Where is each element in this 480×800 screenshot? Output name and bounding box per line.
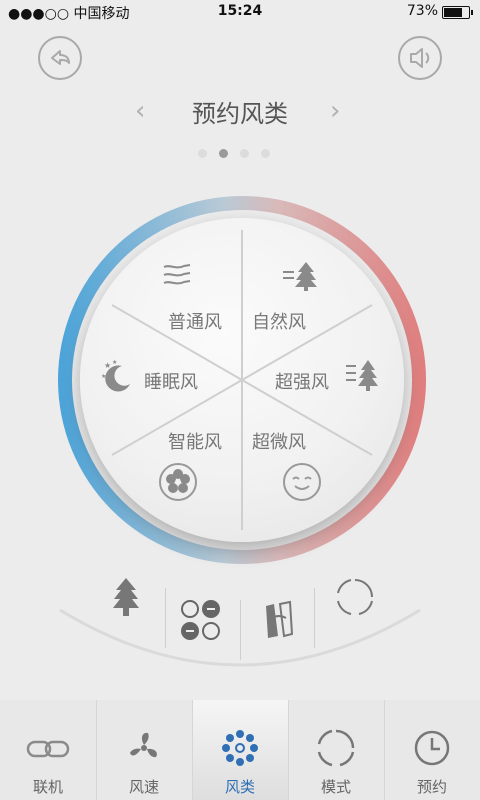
back-arrow-icon bbox=[51, 50, 70, 65]
mode-icon bbox=[317, 729, 355, 767]
title-row: ‹ 预约风类 › bbox=[0, 92, 480, 128]
tab-fan-speed[interactable]: 风速 bbox=[96, 700, 192, 800]
tab-schedule[interactable]: 预约 bbox=[384, 700, 480, 800]
control-divider bbox=[314, 588, 315, 648]
page-indicator bbox=[198, 143, 282, 162]
swing-grid-button[interactable] bbox=[180, 598, 222, 646]
fan-icon bbox=[130, 732, 157, 758]
page-dot bbox=[198, 149, 207, 158]
sound-button[interactable] bbox=[398, 36, 442, 80]
cycle-button[interactable] bbox=[334, 576, 376, 622]
status-bar: ●●●○○ 中国移动 15:24 73% bbox=[0, 0, 480, 24]
wind-control-row bbox=[0, 570, 480, 670]
tab-label-active: 风类 bbox=[224, 778, 255, 796]
battery-icon bbox=[442, 6, 473, 19]
tab-divider bbox=[96, 700, 97, 800]
svg-text:★: ★ bbox=[101, 373, 106, 380]
tab-label: 预约 bbox=[416, 778, 447, 796]
segment-normal-wind[interactable]: 普通风 bbox=[168, 308, 222, 334]
control-divider bbox=[240, 600, 241, 660]
segment-sleep-wind[interactable]: 睡眠风 bbox=[144, 368, 198, 394]
tab-label: 风速 bbox=[128, 778, 159, 796]
segment-strong-wind[interactable]: 超强风 bbox=[275, 368, 329, 394]
svg-text:★: ★ bbox=[104, 361, 111, 370]
flap-icon bbox=[266, 600, 294, 638]
tab-mode[interactable]: 模式 bbox=[288, 700, 384, 800]
tab-divider bbox=[192, 700, 193, 800]
tree-icon bbox=[113, 578, 139, 616]
wind-type-icon bbox=[222, 730, 258, 766]
control-divider bbox=[165, 588, 166, 648]
natural-tree-button[interactable] bbox=[110, 576, 142, 622]
page-dot bbox=[261, 149, 270, 158]
page-dot bbox=[240, 149, 249, 158]
tab-label: 模式 bbox=[320, 778, 351, 796]
wind-type-wheel[interactable]: 普通风 自然风 超强风 ★ ★ ★ 睡眠风 智能风 超微风 bbox=[80, 218, 404, 542]
tab-link[interactable]: 联机 bbox=[0, 700, 96, 800]
tab-divider bbox=[384, 700, 385, 800]
next-arrow-icon[interactable]: › bbox=[330, 96, 340, 126]
tab-label: 联机 bbox=[32, 778, 63, 796]
speaker-icon bbox=[410, 48, 430, 68]
link-icon bbox=[26, 740, 70, 758]
four-circles-icon bbox=[181, 600, 220, 640]
segment-natural-wind[interactable]: 自然风 bbox=[252, 308, 306, 334]
segment-breeze-wind[interactable]: 超微风 bbox=[252, 428, 306, 454]
segment-smart-wind[interactable]: 智能风 bbox=[168, 428, 222, 454]
cycle-icon bbox=[337, 579, 373, 615]
clock-icon bbox=[414, 730, 450, 766]
bottom-tab-bar: 联机 风速 风类 模式 预约 bbox=[0, 700, 480, 800]
back-button[interactable] bbox=[38, 36, 82, 80]
battery-percent: 73% bbox=[406, 3, 438, 19]
swing-flap-button[interactable] bbox=[262, 600, 296, 646]
svg-text:★: ★ bbox=[112, 359, 117, 366]
page-dot-active bbox=[219, 149, 228, 158]
page-title: 预约风类 bbox=[192, 100, 288, 128]
tab-wind-type[interactable]: 风类 bbox=[192, 700, 288, 800]
tab-divider bbox=[288, 700, 289, 800]
